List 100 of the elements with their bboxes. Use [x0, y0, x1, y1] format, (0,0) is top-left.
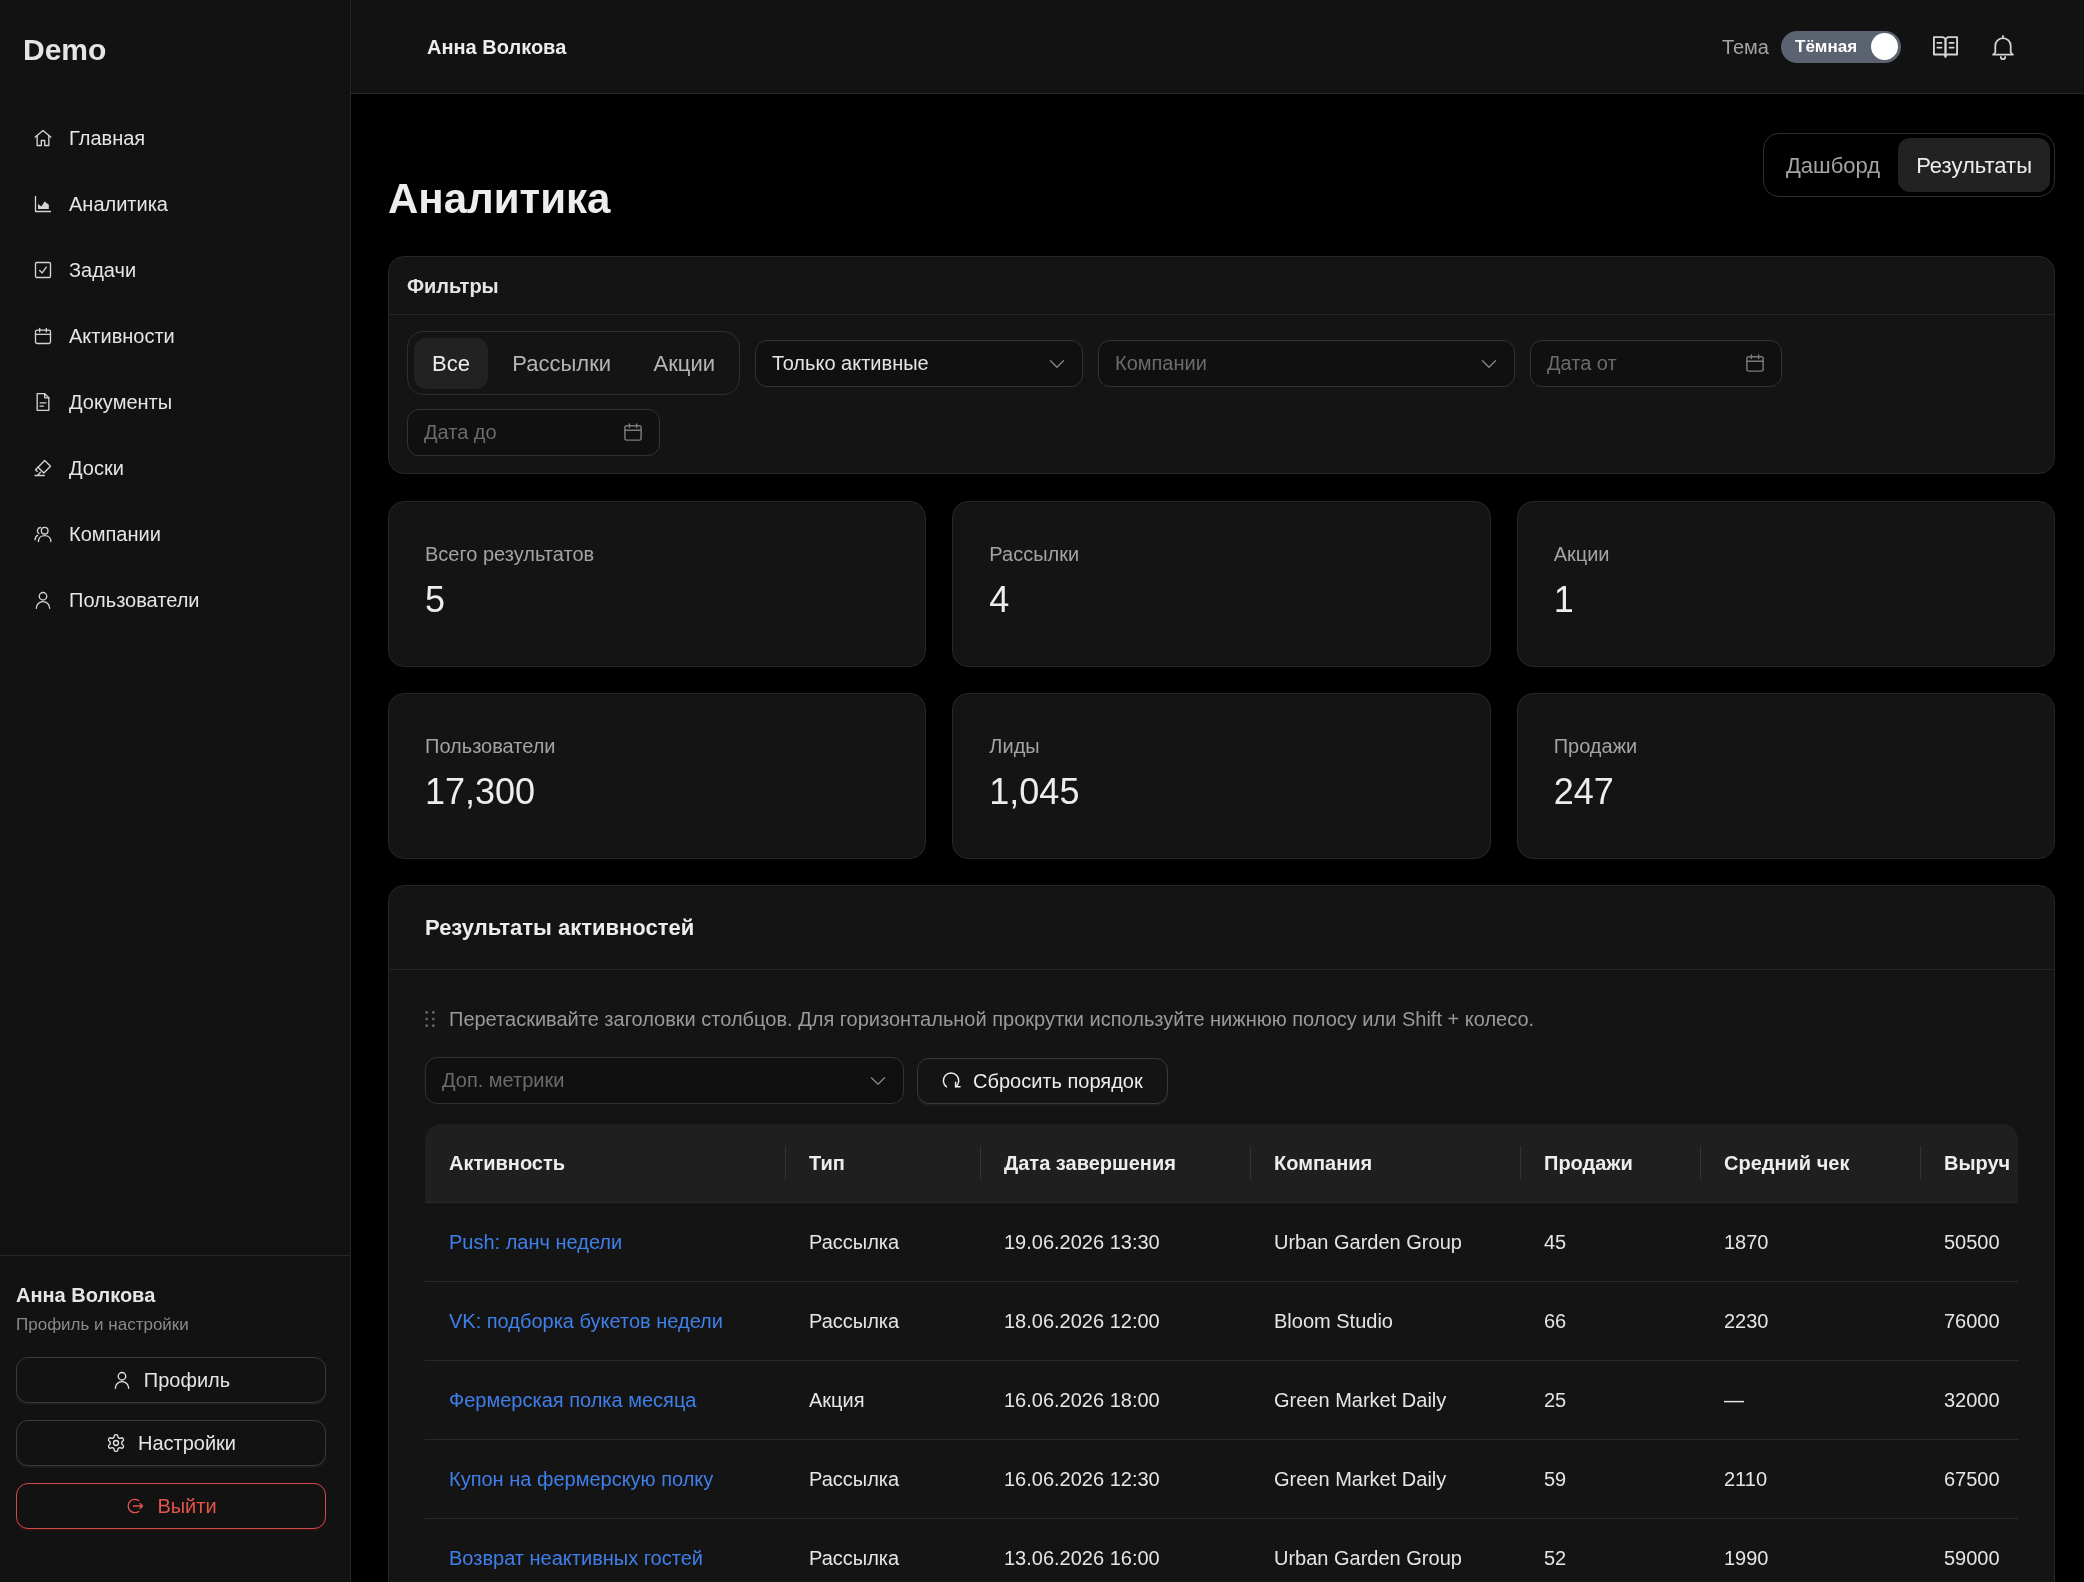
nav-link[interactable]: Главная: [22, 113, 328, 163]
filter-tab[interactable]: Рассылки: [494, 337, 630, 389]
table-cell: 50500: [1920, 1202, 2018, 1281]
chevron-down-icon: [1481, 359, 1497, 368]
header-user-name: Анна Волкова: [427, 34, 567, 60]
table-cell: 1870: [1700, 1202, 1920, 1281]
nav-link[interactable]: Активности: [22, 311, 328, 361]
user-name: Анна Волкова: [16, 1283, 157, 1308]
column-header[interactable]: Компания: [1250, 1124, 1520, 1202]
nav-link[interactable]: Доски: [22, 443, 328, 493]
table-cell: Рассылка: [785, 1518, 980, 1582]
column-header[interactable]: Выруч: [1920, 1124, 2018, 1202]
calendar-icon: [33, 326, 53, 346]
app-logo: Demo: [23, 33, 107, 66]
table-cell: 1990: [1700, 1518, 1920, 1582]
filter-tab[interactable]: Акции: [635, 337, 733, 389]
reset-order-button[interactable]: Сбросить порядок: [917, 1057, 1168, 1104]
date-field[interactable]: Дата до: [407, 409, 660, 456]
column-header[interactable]: Активность: [425, 1124, 785, 1202]
hint-text: Перетаскивайте заголовки столбцов. Для горизонтальной прокрутки используйте нижнюю полосу или Shift + колесо.: [449, 1007, 1535, 1032]
date-field[interactable]: Дата от: [1530, 339, 1782, 387]
panel-title: Фильтры: [407, 273, 499, 299]
bell-icon: [1992, 33, 2014, 60]
refresh-icon: [942, 1071, 961, 1090]
table-cell: Рассылка: [785, 1202, 980, 1281]
logout-button[interactable]: Выйти: [16, 1483, 326, 1529]
sidebar-button[interactable]: Настройки: [16, 1420, 326, 1466]
table-cell: —: [1700, 1360, 1920, 1439]
nav-link[interactable]: Пользователи: [22, 575, 328, 625]
activity-link[interactable]: Купон на фермерскую полку: [449, 1467, 714, 1490]
stat-label: Пользователи: [425, 734, 557, 758]
stat-label: Всего результатов: [425, 542, 596, 566]
dropdown-field[interactable]: Только активные: [755, 339, 1083, 387]
table-cell: 32000: [1920, 1360, 2018, 1439]
table-cell: 18.06.2026 12:00: [980, 1281, 1250, 1360]
table-cell: 45: [1520, 1202, 1700, 1281]
stat-label: Продажи: [1553, 734, 1639, 758]
theme-label: Тема: [1721, 34, 1769, 60]
stat-value: 4: [989, 580, 1011, 620]
dropdown-field[interactable]: Доп. метрики: [425, 1057, 904, 1104]
user-subtitle: Профиль и настройки: [16, 1314, 190, 1336]
stat-value: 247: [1553, 772, 1615, 812]
table-cell: Bloom Studio: [1250, 1281, 1520, 1360]
home-icon: [33, 128, 53, 148]
sidebar-button[interactable]: Профиль: [16, 1357, 326, 1403]
activity-link[interactable]: Фермерская полка месяца: [449, 1388, 697, 1411]
table-cell: 25: [1520, 1360, 1700, 1439]
nav-link[interactable]: Аналитика: [22, 179, 328, 229]
calendar-icon: [624, 423, 642, 441]
stat-label: Рассылки: [989, 542, 1081, 566]
users-icon: [33, 524, 53, 544]
logout-icon: [125, 1496, 146, 1516]
calendar-icon: [1746, 353, 1764, 372]
table-cell: 52: [1520, 1518, 1700, 1582]
page-title: Аналитика: [388, 174, 611, 224]
nav-link[interactable]: Документы: [22, 377, 328, 427]
table-cell: 66: [1520, 1281, 1700, 1360]
pen-icon: [33, 458, 53, 478]
chevron-down-icon: [1049, 359, 1065, 368]
column-header[interactable]: Средний чек: [1700, 1124, 1920, 1202]
chevron-down-icon: [870, 1077, 886, 1085]
book-icon: [1932, 35, 1959, 58]
column-header[interactable]: Тип: [785, 1124, 980, 1202]
drag-handle-icon: [425, 1010, 435, 1028]
table-cell: Акция: [785, 1360, 980, 1439]
stat-value: 17,300: [425, 772, 537, 812]
table-cell: 16.06.2026 12:30: [980, 1439, 1250, 1518]
table-cell: 59: [1520, 1439, 1700, 1518]
stat-label: Лиды: [989, 734, 1041, 758]
table-cell: Green Market Daily: [1250, 1439, 1520, 1518]
table-cell: Рассылка: [785, 1281, 980, 1360]
view-tab[interactable]: Дашборд: [1767, 138, 1899, 192]
activity-link[interactable]: VK: подборка букетов недели: [449, 1309, 723, 1332]
table-cell: 59000: [1920, 1518, 2018, 1582]
theme-toggle[interactable]: Тёмная: [1781, 30, 1901, 63]
filter-tab[interactable]: Все: [414, 337, 488, 389]
view-tab[interactable]: Результаты: [1898, 138, 2050, 192]
table-cell: Green Market Daily: [1250, 1360, 1520, 1439]
dropdown-field[interactable]: Компании: [1098, 339, 1515, 387]
activity-link[interactable]: Возврат неактивных гостей: [449, 1546, 703, 1569]
table-cell: 2110: [1700, 1439, 1920, 1518]
nav-link[interactable]: Компании: [22, 509, 328, 559]
stat-value: 1: [1553, 580, 1575, 620]
chart-icon: [33, 194, 53, 214]
table-cell: Urban Garden Group: [1250, 1518, 1520, 1582]
column-header[interactable]: Продажи: [1520, 1124, 1700, 1202]
stat-label: Акции: [1553, 542, 1611, 566]
table-cell: 2230: [1700, 1281, 1920, 1360]
table-cell: 13.06.2026 16:00: [980, 1518, 1250, 1582]
table-cell: Рассылка: [785, 1439, 980, 1518]
stat-value: 1,045: [989, 772, 1081, 812]
checkbox-icon: [33, 260, 53, 280]
activity-link[interactable]: Push: ланч недели: [449, 1230, 623, 1253]
column-header[interactable]: Дата завершения: [980, 1124, 1250, 1202]
gear-icon: [105, 1433, 126, 1453]
table-cell: Urban Garden Group: [1250, 1202, 1520, 1281]
stat-value: 5: [425, 580, 447, 620]
nav-link[interactable]: Задачи: [22, 245, 328, 295]
panel-title: Результаты активностей: [425, 914, 695, 942]
table-cell: 16.06.2026 18:00: [980, 1360, 1250, 1439]
